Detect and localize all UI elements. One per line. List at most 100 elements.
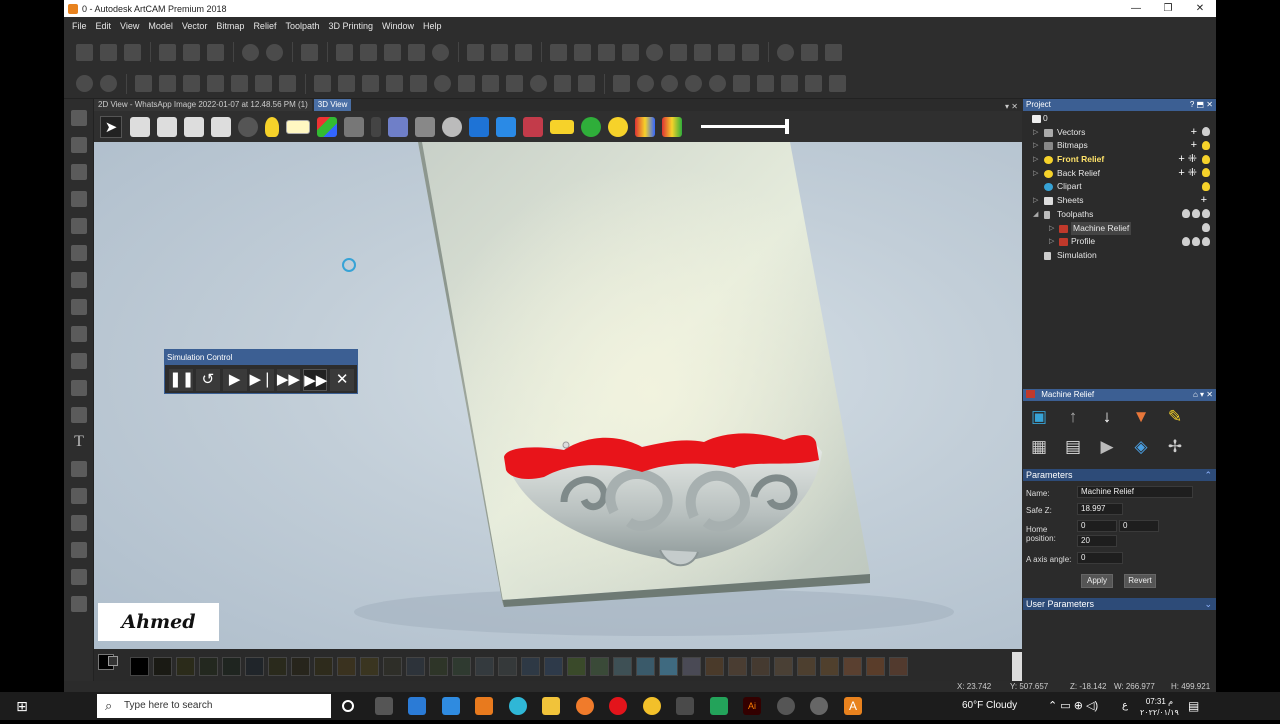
palette-swatch[interactable] [544, 657, 563, 676]
opera-icon[interactable] [609, 697, 627, 715]
tree-item-bitmaps[interactable]: ▷ Bitmaps + [1023, 139, 1216, 153]
align-icon[interactable] [670, 43, 687, 61]
move-down-icon[interactable]: ↓ [1097, 407, 1117, 427]
save-toolpath-icon[interactable]: ▣ [1029, 407, 1049, 427]
weave-icon[interactable] [530, 75, 547, 92]
add-plus-icon[interactable] [613, 75, 630, 92]
expand-arrow-icon[interactable]: ▷ [1049, 222, 1054, 236]
palette-swatch[interactable] [130, 657, 149, 676]
chrome-icon[interactable] [643, 697, 661, 715]
zoom-3d-icon[interactable] [238, 116, 258, 137]
move-icon[interactable] [71, 164, 87, 180]
star-burst-icon[interactable] [646, 43, 663, 61]
clipart-actions[interactable] [1200, 180, 1210, 194]
color-map-icon[interactable] [662, 116, 682, 137]
relief-zero-icon[interactable] [207, 75, 224, 92]
toolpath-view-icon[interactable] [469, 116, 489, 137]
palette-swatch[interactable] [659, 657, 678, 676]
tab-2d-view[interactable]: 2D View - WhatsApp Image 2022-01-07 at 1… [94, 99, 312, 111]
file-explorer-icon[interactable] [542, 697, 560, 715]
name-field[interactable]: Machine Relief [1077, 486, 1193, 498]
relief-sculpt-icon[interactable] [255, 75, 272, 92]
palette-swatch[interactable] [797, 657, 816, 676]
arc-icon[interactable] [71, 407, 87, 423]
notification-icon[interactable]: ▤ [1188, 692, 1199, 720]
view-iso-icon[interactable] [130, 116, 150, 137]
sheet-icon[interactable] [578, 75, 595, 92]
step-forward-button[interactable]: ▶❘ [249, 369, 274, 391]
palette-swatch[interactable] [153, 657, 172, 676]
fast-forward-button[interactable]: ▶▶ [276, 369, 301, 391]
cortana-icon[interactable] [342, 700, 354, 712]
pause-button[interactable]: ❚❚ [169, 369, 194, 391]
light-bulb-icon[interactable] [265, 116, 279, 137]
vectors-actions[interactable]: + [1191, 126, 1210, 140]
search-star-icon[interactable] [608, 116, 628, 137]
dropper-icon[interactable] [71, 596, 87, 612]
star-icon[interactable] [71, 380, 87, 396]
blob-icon[interactable] [637, 75, 654, 92]
hand-icon[interactable] [100, 75, 117, 92]
palette-swatch[interactable] [521, 657, 540, 676]
paste-icon[interactable] [207, 43, 224, 61]
machine-relief-controls[interactable]: ⌂ ▾ ✕ [1193, 389, 1213, 401]
palette-swatch[interactable] [636, 657, 655, 676]
mail-icon[interactable] [442, 697, 460, 715]
expand-arrow-icon[interactable]: ▷ [1033, 167, 1038, 181]
select-cursor-icon[interactable]: ➤ [100, 115, 122, 138]
palette-scrollbar[interactable] [1012, 652, 1022, 681]
home-z-field[interactable]: 20 [1077, 535, 1117, 547]
palette-swatch[interactable] [728, 657, 747, 676]
edge-icon[interactable] [509, 697, 527, 715]
app-icon[interactable] [676, 697, 694, 715]
palette-swatch[interactable] [590, 657, 609, 676]
palette-swatch[interactable] [820, 657, 839, 676]
node-edit-icon[interactable] [408, 43, 425, 61]
ellipse-icon[interactable] [71, 353, 87, 369]
artcam-taskbar-icon[interactable]: A [844, 697, 862, 715]
menu-toolpath[interactable]: Toolpath [285, 21, 319, 31]
view-top-icon[interactable] [211, 116, 231, 137]
simulate-icon[interactable]: ▶ [1097, 437, 1117, 457]
paint-icon[interactable] [71, 542, 87, 558]
a-axis-field[interactable]: 0 [1077, 552, 1123, 564]
toolpaths-actions[interactable] [1180, 208, 1210, 222]
apply-button[interactable]: Apply [1081, 574, 1113, 588]
palette-swatch[interactable] [475, 657, 494, 676]
tree-item-profile[interactable]: ▷ Profile [1023, 235, 1216, 249]
line-icon[interactable] [574, 43, 591, 61]
tree-item-machine-relief[interactable]: ▷ Machine Relief [1023, 221, 1216, 236]
save-icon[interactable] [124, 43, 141, 61]
layer-icon[interactable] [467, 43, 484, 61]
trim-icon[interactable] [801, 43, 818, 61]
relief-shape-editor-icon[interactable] [231, 75, 248, 92]
palette-swatch[interactable] [268, 657, 287, 676]
curve-icon[interactable] [709, 75, 726, 92]
color-shade-icon[interactable] [635, 116, 655, 137]
tree-item-back-relief[interactable]: ▷ Back Relief +⁜ [1023, 167, 1216, 181]
bevel-icon[interactable] [482, 75, 499, 92]
skip-to-end-button[interactable]: ▶▶❘ [303, 369, 340, 391]
palette-swatch[interactable] [567, 657, 586, 676]
view-side-icon[interactable] [184, 116, 204, 137]
chevron-up-icon[interactable]: ⌃ [1204, 469, 1212, 481]
open-folder-icon[interactable] [100, 43, 117, 61]
relief-merge-icon[interactable] [159, 75, 176, 92]
green-object-icon[interactable] [581, 116, 601, 137]
palette-swatch[interactable] [245, 657, 264, 676]
machine-relief-actions[interactable] [1200, 222, 1210, 236]
mirror-icon[interactable] [491, 43, 508, 61]
text-tool-icon[interactable]: T [71, 434, 87, 450]
select-box-icon[interactable] [733, 75, 750, 92]
expand-arrow-icon[interactable]: ▷ [1033, 126, 1038, 140]
zoom-slider[interactable] [701, 119, 789, 134]
menu-relief[interactable]: Relief [253, 21, 276, 31]
ungroup-icon[interactable] [384, 43, 401, 61]
maximize-button[interactable]: ❐ [1152, 3, 1184, 14]
scale-icon[interactable] [515, 43, 532, 61]
palette-swatch[interactable] [889, 657, 908, 676]
send-to-icon[interactable] [550, 43, 567, 61]
calculator-icon[interactable]: ▦ [1029, 437, 1049, 457]
close-simulation-button[interactable]: ✕ [330, 369, 354, 391]
palette-swatch[interactable] [774, 657, 793, 676]
